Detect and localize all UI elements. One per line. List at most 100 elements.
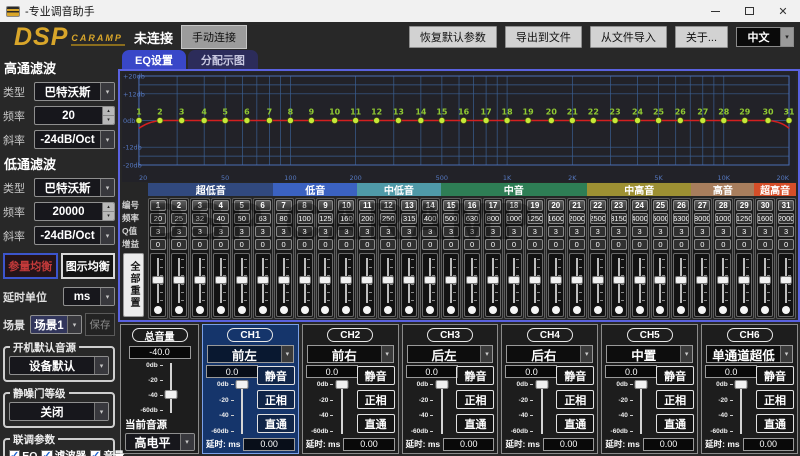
eq-band-freq[interactable]: 500 — [443, 213, 460, 224]
eq-gain-slider[interactable] — [757, 253, 774, 317]
eq-gain-slider[interactable] — [694, 253, 711, 317]
eq-band-q[interactable]: 3 — [296, 226, 313, 237]
reset-all-button[interactable]: 全部重置 — [123, 253, 144, 317]
slider-handle[interactable] — [696, 276, 709, 285]
slider-handle[interactable] — [382, 276, 395, 285]
eq-gain-slider[interactable] — [715, 253, 732, 317]
speaker-select[interactable]: 前左 ▾ — [207, 345, 294, 363]
eq-gain-slider[interactable] — [673, 253, 690, 317]
eq-band-q[interactable]: 3 — [233, 226, 250, 237]
band-bypass-dot[interactable] — [572, 306, 581, 314]
direct-button[interactable]: 直通 — [456, 414, 495, 433]
slider-handle[interactable] — [612, 276, 625, 285]
checkbox-volume[interactable]: ✓ — [90, 449, 102, 456]
eq-band-gain[interactable]: 0 — [422, 239, 439, 250]
slider-handle[interactable] — [780, 276, 793, 285]
channel-fader[interactable] — [434, 380, 449, 436]
eq-band-gain[interactable]: 0 — [233, 239, 250, 250]
eq-gain-slider[interactable] — [170, 253, 187, 317]
eq-band-q[interactable]: 3 — [359, 226, 376, 237]
eq-gain-slider[interactable] — [359, 253, 376, 317]
band-bypass-dot[interactable] — [719, 306, 728, 314]
slider-handle[interactable] — [486, 276, 499, 285]
channel-fader[interactable] — [734, 380, 749, 436]
eq-band-freq[interactable]: 200 — [359, 213, 376, 224]
eq-band-freq[interactable]: 5000 — [652, 213, 669, 224]
band-bypass-dot[interactable] — [761, 306, 770, 314]
eq-band-q[interactable]: 3 — [275, 226, 292, 237]
eq-gain-slider[interactable] — [422, 253, 439, 317]
channel-title[interactable]: CH4 — [526, 328, 573, 342]
direct-button[interactable]: 直通 — [256, 414, 295, 433]
band-bypass-dot[interactable] — [363, 306, 372, 314]
eq-band-freq[interactable]: 80 — [275, 213, 292, 224]
slider-handle[interactable] — [654, 276, 667, 285]
phase-button[interactable]: 正相 — [456, 390, 495, 409]
eq-band-q[interactable]: 3 — [568, 226, 585, 237]
channel-gain-value[interactable]: 0.0 — [505, 365, 558, 378]
mute-button[interactable]: 静音 — [356, 366, 395, 385]
speaker-select[interactable]: 后右 ▾ — [506, 345, 594, 363]
speaker-select[interactable]: 单通道超低 ▾ — [706, 345, 793, 363]
band-bypass-dot[interactable] — [488, 306, 497, 314]
mute-button[interactable]: 静音 — [755, 366, 794, 385]
eq-band-gain[interactable]: 0 — [610, 239, 627, 250]
current-source-select[interactable]: 高电平 ▾ — [124, 433, 195, 451]
eq-band-gain[interactable]: 0 — [673, 239, 690, 250]
slider-handle[interactable] — [675, 276, 688, 285]
slider-handle[interactable] — [507, 276, 520, 285]
eq-band-q[interactable]: 3 — [464, 226, 480, 237]
slider-handle[interactable] — [466, 276, 479, 285]
master-volume-value[interactable]: -40.0 — [128, 346, 191, 359]
eq-band-q[interactable]: 3 — [150, 226, 166, 237]
slider-handle[interactable] — [340, 276, 353, 285]
slider-handle[interactable] — [738, 276, 751, 285]
slider-handle[interactable] — [570, 276, 583, 285]
eq-band-q[interactable]: 3 — [715, 226, 732, 237]
phase-button[interactable]: 正相 — [755, 390, 794, 409]
eq-band-freq[interactable]: 4000 — [631, 213, 648, 224]
eq-band-q[interactable]: 3 — [401, 226, 418, 237]
channel-gain-value[interactable]: 0.0 — [305, 365, 358, 378]
slider-handle[interactable] — [591, 276, 604, 285]
channel-title[interactable]: CH3 — [427, 328, 474, 342]
eq-gain-slider[interactable] — [610, 253, 627, 317]
slider-handle[interactable] — [759, 276, 772, 285]
band-bypass-dot[interactable] — [237, 306, 246, 314]
language-select[interactable]: 中文 ▾ — [736, 27, 794, 47]
eq-gain-slider[interactable] — [150, 253, 166, 317]
band-bypass-dot[interactable] — [635, 306, 644, 314]
direct-button[interactable]: 直通 — [755, 414, 794, 433]
hpf-slope-select[interactable]: -24dB/Oct ▾ — [34, 130, 115, 149]
eq-gain-slider[interactable] — [296, 253, 313, 317]
channel-fader[interactable] — [334, 380, 349, 436]
eq-gain-slider[interactable] — [317, 253, 334, 317]
eq-band-q[interactable]: 3 — [254, 226, 271, 237]
manual-connect-button[interactable]: 手动连接 — [181, 25, 248, 49]
phase-button[interactable]: 正相 — [556, 390, 595, 409]
channel-title[interactable]: CH6 — [726, 328, 773, 342]
eq-band-q[interactable]: 3 — [736, 226, 753, 237]
delay-value[interactable]: 0.00 — [742, 437, 794, 451]
spinner-arrows-icon[interactable]: ▴ ▾ — [102, 107, 114, 124]
lpf-type-select[interactable]: 巴特沃斯 ▾ — [34, 178, 115, 197]
eq-band-q[interactable]: 3 — [547, 226, 564, 237]
band-bypass-dot[interactable] — [509, 306, 518, 314]
eq-band-freq[interactable]: 100 — [296, 213, 313, 224]
eq-band-gain[interactable]: 0 — [485, 239, 501, 250]
eq-band-gain[interactable]: 0 — [401, 239, 418, 250]
eq-band-freq[interactable]: 800 — [485, 213, 501, 224]
eq-band-q[interactable]: 3 — [191, 226, 208, 237]
fader-handle[interactable] — [535, 380, 549, 389]
scene-select[interactable]: 场景1 ▾ — [30, 315, 82, 334]
save-scene-button[interactable]: 保存 — [85, 313, 115, 336]
speaker-select[interactable]: 后左 ▾ — [406, 345, 494, 363]
lpf-slope-select[interactable]: -24dB/Oct ▾ — [34, 226, 115, 245]
eq-band-gain[interactable]: 0 — [275, 239, 292, 250]
direct-button[interactable]: 直通 — [656, 414, 695, 433]
slider-handle[interactable] — [298, 276, 311, 285]
default-source-select[interactable]: 设备默认 ▾ — [9, 356, 109, 375]
eq-band-gain[interactable]: 0 — [443, 239, 460, 250]
eq-band-gain[interactable]: 0 — [547, 239, 564, 250]
fader-handle[interactable] — [634, 380, 648, 389]
